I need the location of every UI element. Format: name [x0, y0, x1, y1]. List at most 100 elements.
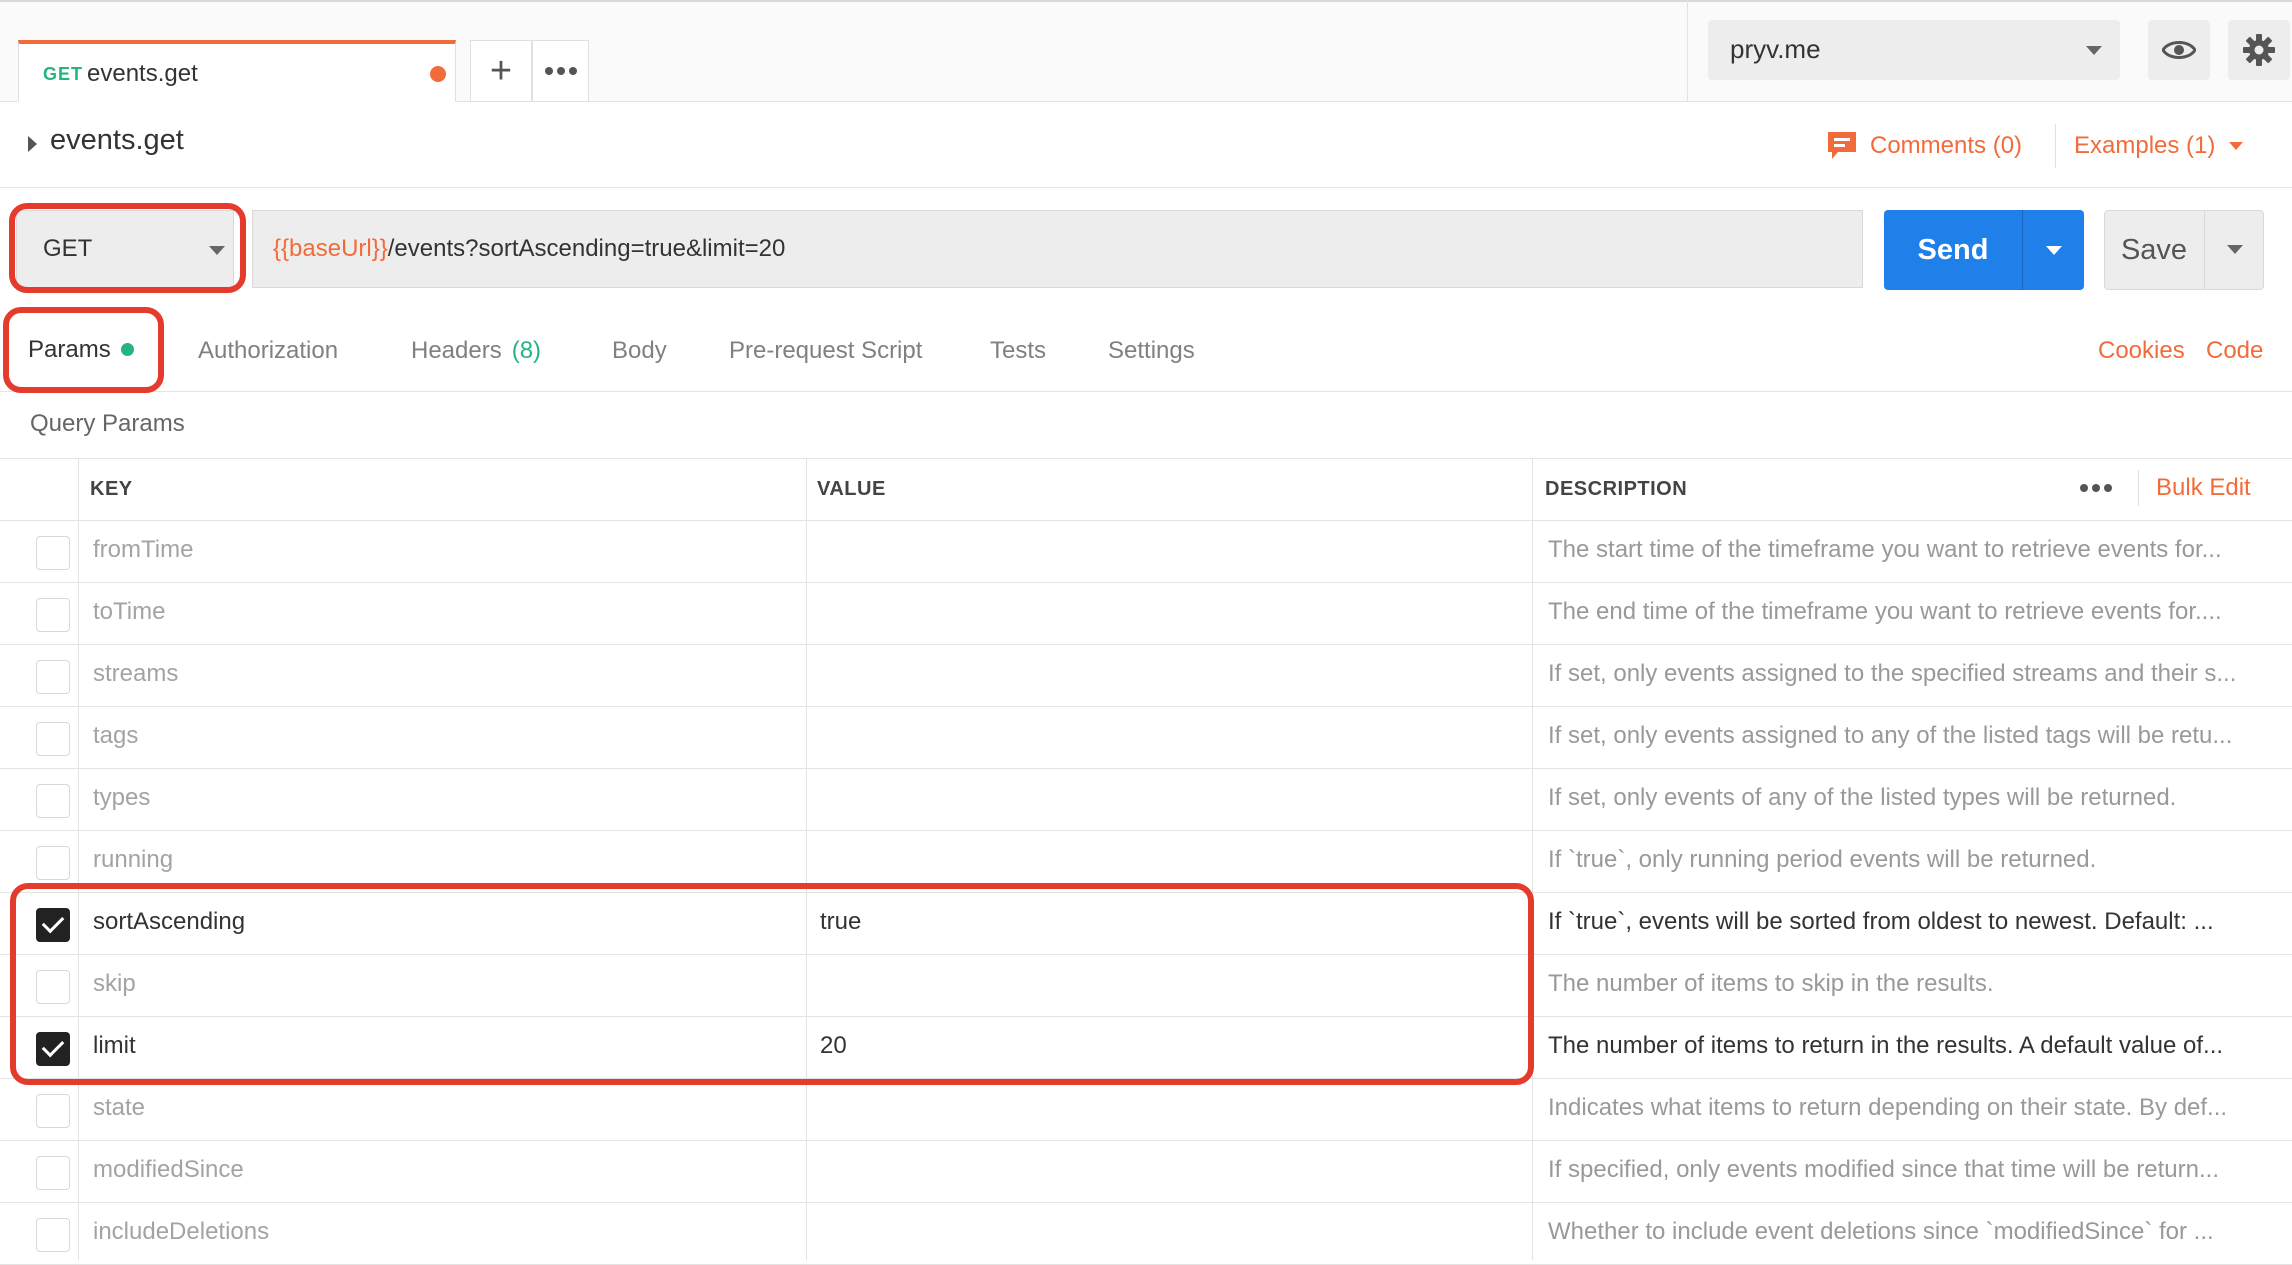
- query-params-title: Query Params: [30, 410, 185, 437]
- comments-label: Comments (0): [1870, 132, 2023, 159]
- tab-prerequest-label: Pre-request Script: [729, 337, 923, 364]
- query-params-table: KEY VALUE DESCRIPTION Bulk Edit fromTime…: [0, 458, 2292, 1265]
- code-link[interactable]: Code: [2206, 310, 2263, 392]
- chevron-down-icon: [2086, 46, 2102, 55]
- comments-button[interactable]: Comments (0): [1826, 126, 2022, 166]
- send-button[interactable]: Send: [1884, 210, 2022, 290]
- param-key[interactable]: types: [93, 784, 150, 812]
- request-tab[interactable]: GET events.get: [18, 40, 456, 102]
- tab-tests-label: Tests: [990, 337, 1047, 364]
- column-header-key: KEY: [90, 478, 133, 500]
- table-row: state Indicates what items to return depe…: [0, 1078, 2292, 1141]
- param-description[interactable]: The number of items to skip in the resul…: [1548, 970, 2272, 998]
- save-button[interactable]: Save: [2105, 211, 2203, 289]
- param-description[interactable]: If set, only events of any of the listed…: [1548, 784, 2272, 812]
- row-checkbox[interactable]: [36, 1156, 70, 1190]
- param-description[interactable]: If `true`, only running period events wi…: [1548, 846, 2272, 874]
- table-row: types If set, only events of any of the l…: [0, 768, 2292, 831]
- table-row: toTime The end time of the timeframe you …: [0, 582, 2292, 645]
- tab-method-label: GET: [43, 64, 84, 84]
- environment-quick-look-button[interactable]: [2148, 20, 2210, 80]
- examples-label: Examples (1): [2074, 132, 2216, 159]
- divider: [2204, 211, 2205, 289]
- tab-tests[interactable]: Tests: [990, 310, 1046, 392]
- param-key[interactable]: state: [93, 1094, 145, 1122]
- divider: [2138, 470, 2139, 506]
- param-description[interactable]: The end time of the timeframe you want t…: [1548, 598, 2272, 626]
- url-input[interactable]: {{baseUrl}}/events?sortAscending=true&li…: [252, 210, 1863, 288]
- row-checkbox[interactable]: [36, 722, 70, 756]
- unsaved-changes-dot: [430, 66, 446, 82]
- row-checkbox[interactable]: [36, 846, 70, 880]
- tab-authorization-label: Authorization: [198, 337, 339, 364]
- row-checkbox[interactable]: [36, 1094, 70, 1128]
- code-label: Code: [2206, 337, 2264, 364]
- more-icon: [544, 67, 577, 75]
- row-checkbox-checked[interactable]: [36, 1032, 70, 1066]
- tab-params[interactable]: Params: [28, 310, 134, 392]
- headers-count: (8): [511, 337, 542, 364]
- cookies-label: Cookies: [2098, 337, 2185, 364]
- param-description[interactable]: If specified, only events modified since…: [1548, 1156, 2272, 1184]
- url-variable: {{baseUrl}}: [273, 235, 388, 262]
- request-subtabs: Params Authorization Headers (8) Body Pr…: [0, 310, 2292, 392]
- tab-body[interactable]: Body: [612, 310, 667, 392]
- tab-authorization[interactable]: Authorization: [198, 310, 338, 392]
- row-checkbox[interactable]: [36, 970, 70, 1004]
- tab-title: events.get: [87, 60, 198, 87]
- bulk-edit-link[interactable]: Bulk Edit: [2156, 474, 2251, 502]
- param-description[interactable]: If set, only events assigned to the spec…: [1548, 660, 2272, 688]
- row-checkbox[interactable]: [36, 536, 70, 570]
- table-row: limit 20 The number of items to return in …: [0, 1016, 2292, 1079]
- param-key[interactable]: sortAscending: [93, 908, 245, 936]
- row-checkbox[interactable]: [36, 784, 70, 818]
- save-options-chevron-icon[interactable]: [2227, 245, 2243, 254]
- param-key[interactable]: includeDeletions: [93, 1218, 269, 1246]
- row-checkbox[interactable]: [36, 598, 70, 632]
- param-key[interactable]: toTime: [93, 598, 165, 626]
- param-key[interactable]: skip: [93, 970, 136, 998]
- request-name-bar: events.get Comments (0) Examples (1): [0, 102, 2292, 188]
- table-row: skip The number of items to skip in the r…: [0, 954, 2292, 1017]
- manage-environments-button[interactable]: [2228, 20, 2290, 80]
- param-key[interactable]: fromTime: [93, 536, 193, 564]
- table-row: running If `true`, only running period ev…: [0, 830, 2292, 893]
- cookies-link[interactable]: Cookies: [2098, 310, 2185, 392]
- method-selector[interactable]: GET: [16, 210, 234, 288]
- tab-prerequest-script[interactable]: Pre-request Script: [729, 310, 922, 392]
- param-key[interactable]: tags: [93, 722, 138, 750]
- row-checkbox[interactable]: [36, 660, 70, 694]
- param-description[interactable]: The number of items to return in the res…: [1548, 1032, 2272, 1060]
- method-label: GET: [43, 235, 93, 262]
- more-icon[interactable]: [2080, 484, 2112, 492]
- new-tab-button[interactable]: +: [470, 40, 532, 102]
- send-options-chevron-icon[interactable]: [2046, 246, 2062, 255]
- tab-options-button[interactable]: [532, 40, 589, 102]
- param-description[interactable]: Indicates what items to return depending…: [1548, 1094, 2272, 1122]
- request-name[interactable]: events.get: [50, 124, 184, 157]
- row-checkbox[interactable]: [36, 1218, 70, 1252]
- tab-headers-label: Headers: [411, 337, 502, 364]
- send-button-group: Send: [1884, 210, 2084, 290]
- tab-headers[interactable]: Headers (8): [411, 310, 541, 392]
- param-key[interactable]: limit: [93, 1032, 136, 1060]
- param-key[interactable]: running: [93, 846, 173, 874]
- param-description[interactable]: If set, only events assigned to any of t…: [1548, 722, 2272, 750]
- row-checkbox-checked[interactable]: [36, 908, 70, 942]
- param-description[interactable]: If `true`, events will be sorted from ol…: [1548, 908, 2272, 936]
- divider: [2022, 210, 2023, 290]
- param-value[interactable]: true: [820, 908, 861, 936]
- expand-triangle-icon[interactable]: [28, 136, 37, 152]
- param-value[interactable]: 20: [820, 1032, 847, 1060]
- tab-settings[interactable]: Settings: [1108, 310, 1195, 392]
- column-header-value: VALUE: [817, 478, 886, 500]
- examples-dropdown[interactable]: Examples (1): [2074, 126, 2244, 166]
- param-key[interactable]: streams: [93, 660, 178, 688]
- table-row: tags If set, only events assigned to any …: [0, 706, 2292, 769]
- table-row: includeDeletions Whether to include event…: [0, 1202, 2292, 1265]
- environment-selector[interactable]: pryv.me: [1708, 20, 2120, 80]
- param-description[interactable]: Whether to include event deletions since…: [1548, 1218, 2272, 1246]
- plus-icon: +: [489, 50, 513, 92]
- param-description[interactable]: The start time of the timeframe you want…: [1548, 536, 2272, 564]
- param-key[interactable]: modifiedSince: [93, 1156, 244, 1184]
